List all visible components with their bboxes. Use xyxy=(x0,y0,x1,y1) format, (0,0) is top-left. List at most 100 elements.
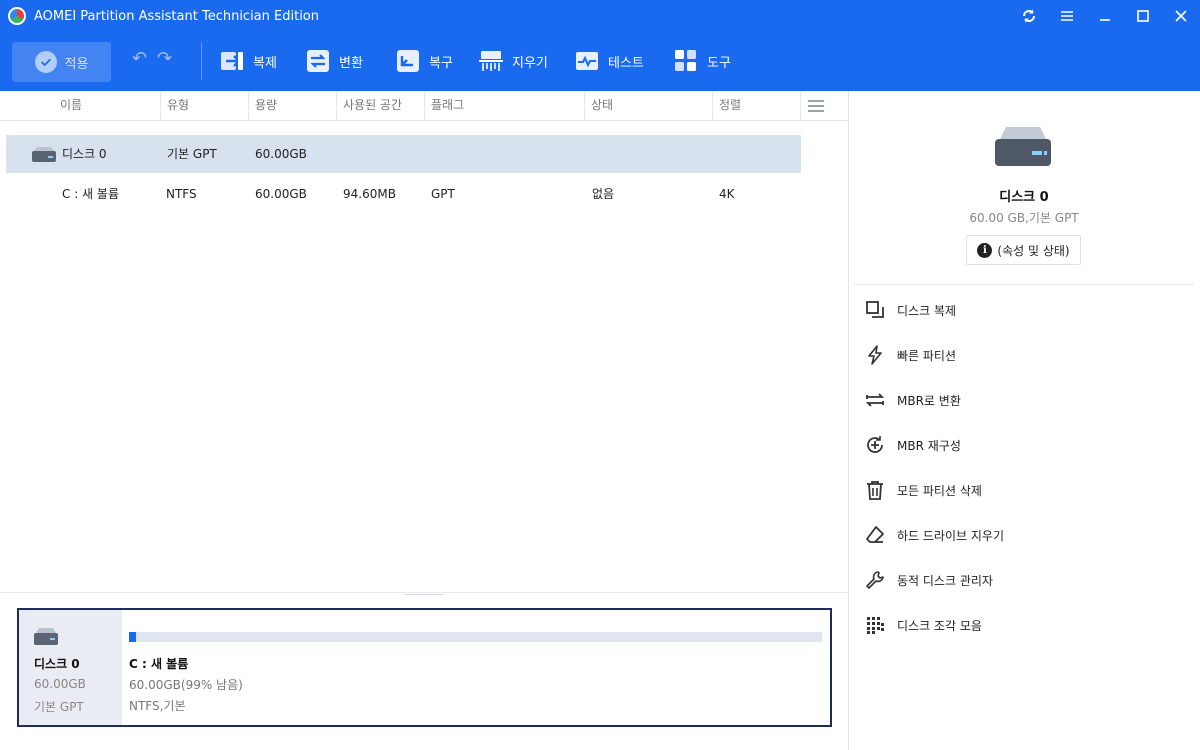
op-label: 빠른 파티션 xyxy=(897,348,957,363)
recover-button[interactable]: 복구 xyxy=(396,49,453,73)
convert-icon xyxy=(864,389,886,411)
partition-free-space: 60.00GB(99% 남음) xyxy=(129,678,243,692)
side-disk-subtitle: 60.00 GB,기본 GPT xyxy=(969,211,1079,225)
disk-map-summary[interactable]: 디스크 0 60.00GB 기본 GPT xyxy=(19,610,122,725)
cell-flag: GPT xyxy=(431,187,455,201)
op-rebuild-mbr[interactable]: MBR 재구성 xyxy=(864,434,961,456)
partition-name[interactable]: C : 새 볼륨 xyxy=(129,655,188,672)
wipe-button[interactable]: 지우기 xyxy=(479,49,548,73)
clone-label: 복제 xyxy=(253,55,277,71)
trash-icon xyxy=(864,479,886,501)
op-label: 하드 드라이브 지우기 xyxy=(897,528,1004,543)
test-label: 테스트 xyxy=(608,55,644,71)
column-header-type[interactable]: 유형 xyxy=(160,91,248,121)
recover-label: 복구 xyxy=(429,55,453,71)
op-disk-clone[interactable]: 디스크 복제 xyxy=(864,299,956,321)
partition-list-panel: 이름 유형 용량 사용된 공간 플래그 상태 정렬 디스크 0 기본 GPT 6… xyxy=(0,91,849,750)
column-header-flag[interactable]: 플래그 xyxy=(424,91,584,121)
disk-map-card[interactable]: 디스크 0 60.00GB 기본 GPT C : 새 볼륨 60.00GB(99… xyxy=(17,608,832,727)
rebuild-mbr-icon xyxy=(864,434,886,456)
column-header-name[interactable]: 이름 xyxy=(54,91,160,121)
menu-button[interactable] xyxy=(1048,0,1086,32)
panel-divider xyxy=(0,592,848,593)
properties-label: (속성 및 상태) xyxy=(997,243,1070,258)
tools-button[interactable]: 도구 xyxy=(674,49,731,73)
apply-button[interactable]: 적용 xyxy=(12,42,111,82)
op-dynamic-disk-manager[interactable]: 동적 디스크 관리자 xyxy=(864,569,993,591)
op-wipe-hard-drive[interactable]: 하드 드라이브 지우기 xyxy=(864,524,1004,546)
properties-button[interactable]: i (속성 및 상태) xyxy=(966,235,1081,265)
disk-map-size: 60.00GB xyxy=(34,677,86,691)
op-label: 동적 디스크 관리자 xyxy=(897,573,993,588)
cell-capacity: 60.00GB xyxy=(255,187,307,201)
cell-status: 없음 xyxy=(592,187,615,201)
defrag-icon xyxy=(864,614,886,636)
op-label: 디스크 조각 모음 xyxy=(897,618,982,633)
close-icon xyxy=(1175,10,1187,22)
test-button[interactable]: 테스트 xyxy=(575,49,644,73)
partition-usage-fill xyxy=(129,632,136,642)
partition-usage-bar xyxy=(129,632,822,642)
pulse-monitor-icon xyxy=(575,49,599,73)
table-row[interactable]: C : 새 볼륨 NTFS 60.00GB 94.60MB GPT 없음 4K xyxy=(6,175,801,213)
op-label: MBR 재구성 xyxy=(897,438,961,453)
table-header: 이름 유형 용량 사용된 공간 플래그 상태 정렬 xyxy=(0,91,848,121)
tools-label: 도구 xyxy=(707,55,731,71)
toolbar-divider xyxy=(201,42,202,80)
undo-icon[interactable]: ↶ xyxy=(132,50,147,68)
recover-icon xyxy=(396,49,420,73)
minimize-icon xyxy=(1100,19,1110,21)
disk-icon xyxy=(995,127,1051,166)
toolbar: 적용 ↶ ↷ 복제 변환 복구 지우기 테스트 도구 xyxy=(0,32,1200,91)
eraser-icon xyxy=(864,524,886,546)
column-header-used[interactable]: 사용된 공간 xyxy=(336,91,424,121)
refresh-button[interactable] xyxy=(1010,0,1048,32)
disk-icon xyxy=(34,628,58,645)
app-logo-icon xyxy=(8,7,26,25)
op-label: 모든 파티션 삭제 xyxy=(897,483,982,498)
cell-type: NTFS xyxy=(166,187,197,201)
cell-type: 기본 GPT xyxy=(167,147,217,161)
disk-clone-icon xyxy=(864,299,886,321)
apply-label: 적용 xyxy=(64,56,89,72)
close-button[interactable] xyxy=(1162,0,1200,32)
disk-icon xyxy=(32,147,56,162)
lightning-icon xyxy=(864,344,886,366)
maximize-icon xyxy=(1137,10,1149,22)
column-header-status[interactable]: 상태 xyxy=(584,91,712,121)
maximize-button[interactable] xyxy=(1124,0,1162,32)
cell-used: 94.60MB xyxy=(343,187,396,201)
column-settings-icon[interactable] xyxy=(808,100,824,112)
partition-filesystem: NTFS,기본 xyxy=(129,699,186,713)
op-quick-partition[interactable]: 빠른 파티션 xyxy=(864,344,956,366)
op-label: 디스크 복제 xyxy=(897,303,957,318)
op-delete-all-partitions[interactable]: 모든 파티션 삭제 xyxy=(864,479,982,501)
disk-map-name: 디스크 0 xyxy=(34,657,80,671)
splitter-handle[interactable] xyxy=(405,594,443,595)
redo-icon[interactable]: ↷ xyxy=(157,50,172,68)
cell-name: 디스크 0 xyxy=(62,147,107,161)
op-convert-mbr[interactable]: MBR로 변환 xyxy=(864,389,961,411)
side-divider xyxy=(854,284,1194,285)
grid-tools-icon xyxy=(674,49,698,73)
clone-icon xyxy=(220,49,244,73)
app-title: AOMEI Partition Assistant Technician Edi… xyxy=(34,8,320,24)
undo-redo-group: ↶ ↷ xyxy=(132,50,172,68)
window-controls xyxy=(1010,0,1200,32)
column-header-capacity[interactable]: 용량 xyxy=(248,91,336,121)
disk-map-type: 기본 GPT xyxy=(34,700,84,714)
table-row[interactable]: 디스크 0 기본 GPT 60.00GB xyxy=(6,135,801,173)
wrench-icon xyxy=(864,569,886,591)
column-header-align[interactable]: 정렬 xyxy=(712,91,800,121)
clone-button[interactable]: 복제 xyxy=(220,49,277,73)
convert-label: 변환 xyxy=(339,55,363,71)
shredder-icon xyxy=(479,49,503,73)
cell-capacity: 60.00GB xyxy=(255,147,307,161)
op-disk-defrag[interactable]: 디스크 조각 모음 xyxy=(864,614,982,636)
convert-button[interactable]: 변환 xyxy=(306,49,363,73)
disk-details-panel: 디스크 0 60.00 GB,기본 GPT i (속성 및 상태) 디스크 복제… xyxy=(850,91,1200,750)
side-disk-title: 디스크 0 xyxy=(999,190,1049,205)
minimize-button[interactable] xyxy=(1086,0,1124,32)
title-bar: AOMEI Partition Assistant Technician Edi… xyxy=(0,0,1200,32)
cell-name: C : 새 볼륨 xyxy=(62,187,119,201)
